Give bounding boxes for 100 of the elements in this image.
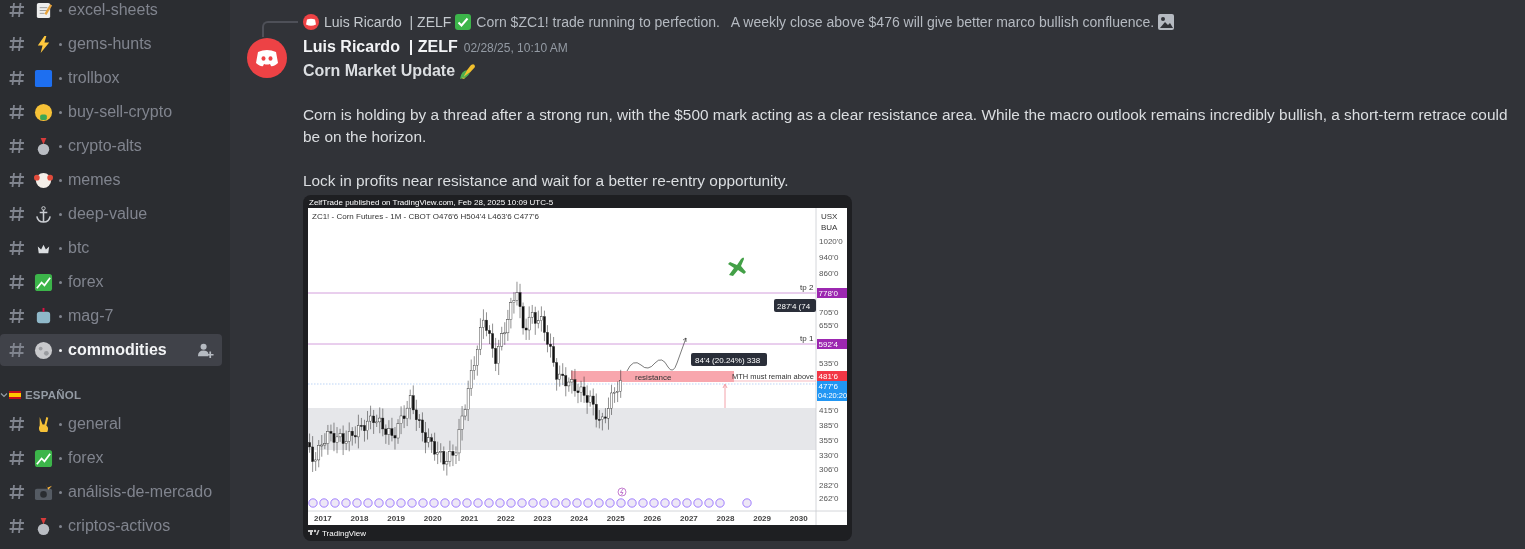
flag-icon — [9, 391, 21, 399]
hash-icon — [8, 307, 26, 325]
selected-channel-item[interactable]: commodities — [0, 334, 222, 366]
year-label: 2019 — [387, 514, 405, 523]
hash-icon — [8, 483, 26, 501]
separator-dot — [59, 490, 62, 494]
year-label: 2027 — [680, 514, 698, 523]
currency-label: USX — [821, 212, 838, 221]
measure-tag: 84'4 (20.24%) 338 — [691, 353, 767, 366]
channel-item[interactable]: deep-value — [0, 198, 222, 230]
separator-dot — [59, 456, 62, 460]
channel-item[interactable]: gems-hunts — [0, 28, 222, 60]
channel-name: excel-sheets — [68, 1, 158, 19]
category-header[interactable]: ESPAÑOL — [0, 384, 230, 406]
channel-item[interactable]: buy-sell-crypto — [0, 96, 222, 128]
price-tick: 535'0 — [819, 359, 839, 368]
robot-icon — [34, 306, 53, 326]
channel-name: trollbox — [68, 69, 120, 87]
separator-dot — [59, 42, 62, 46]
price-tick: 940'0 — [819, 253, 839, 262]
caret-icon — [0, 391, 8, 399]
lightning-icon — [617, 487, 627, 497]
channel-item[interactable]: memes — [0, 164, 222, 196]
year-label: 2018 — [350, 514, 369, 523]
separator-dot — [59, 144, 62, 148]
separator-dot — [59, 280, 62, 284]
year-label: 2030 — [789, 514, 808, 523]
hash-icon — [8, 171, 26, 189]
publish-credit: ZelfTrade published on TradingView.com, Feb 28, 2025 10:09 UTC-5 — [309, 198, 554, 207]
timestamp: 02/28/25, 10:10 AM — [463, 41, 568, 55]
notepad-icon — [34, 0, 53, 20]
chart-screenshot[interactable] — [303, 195, 852, 541]
price-tick: 705'0 — [819, 308, 839, 317]
hash-icon — [8, 205, 26, 223]
channel-name: gems-hunts — [68, 35, 152, 53]
reply-connector — [262, 21, 298, 37]
channel-item[interactable]: excel-sheets — [0, 0, 222, 26]
check-icon — [455, 14, 472, 30]
author-name[interactable]: Luis Ricardo | ZELF — [303, 38, 458, 56]
reply-text[interactable]: Corn $ZC1! trade running to perfection. A weekly close above $476 will give better marco bullish confluence. — [476, 14, 1155, 30]
channel-name: buy-sell-crypto — [68, 103, 173, 121]
target-label: tp 1 — [800, 334, 814, 343]
price-tick: 262'0 — [819, 494, 839, 503]
unit-label: BUA — [821, 223, 838, 232]
channel-item[interactable]: forex — [0, 442, 222, 474]
anchor-icon — [34, 204, 53, 224]
price-tick: 860'0 — [819, 269, 839, 278]
hash-icon — [8, 103, 26, 121]
separator-dot — [59, 110, 62, 114]
year-label: 2028 — [716, 514, 735, 523]
add-member-icon[interactable] — [197, 342, 214, 359]
image-icon — [1158, 14, 1175, 30]
price-tag: 592'4 — [817, 339, 847, 349]
separator-dot — [59, 178, 62, 182]
tradingview-logo-icon — [308, 529, 320, 535]
price-tick: 306'0 — [819, 465, 839, 474]
message-text: Lock in profits near resistance and wait for a better re-entry opportunity. — [303, 171, 790, 191]
hash-icon — [8, 341, 26, 359]
chart-icon — [34, 448, 53, 468]
separator-dot — [59, 524, 62, 528]
brand-label: TradingView — [322, 529, 367, 538]
hash-icon — [8, 239, 26, 257]
hash-icon — [8, 1, 26, 19]
year-label: 2026 — [643, 514, 662, 523]
measure-arrow — [722, 383, 728, 409]
hash-icon — [8, 35, 26, 53]
channel-name: memes — [68, 171, 121, 189]
avatar-icon[interactable] — [247, 38, 287, 78]
channel-name: crypto-alts — [68, 137, 142, 155]
price-tag: 778'0 — [817, 288, 847, 298]
channel-item[interactable]: btc — [0, 232, 222, 264]
channel-item[interactable]: forex — [0, 266, 222, 298]
channel-name: mag-7 — [68, 307, 114, 325]
year-label: 2022 — [497, 514, 515, 523]
channel-name: forex — [68, 449, 104, 467]
channel-item[interactable]: criptos-activos — [0, 510, 222, 542]
channel-name: commodities — [68, 341, 167, 359]
separator-dot — [59, 8, 62, 12]
price-tick: 355'0 — [819, 436, 839, 445]
channel-name: criptos-activos — [68, 517, 171, 535]
year-label: 2024 — [570, 514, 588, 523]
channel-item[interactable]: crypto-alts — [0, 130, 222, 162]
channel-item[interactable]: trollbox — [0, 62, 222, 94]
price-tick: 415'0 — [819, 406, 839, 415]
channel-name: deep-value — [68, 205, 148, 223]
chart-icon — [34, 272, 53, 292]
channel-name: forex — [68, 273, 104, 291]
reply-author[interactable]: Luis Ricardo | ZELF — [324, 14, 452, 30]
year-label: 2023 — [533, 514, 552, 523]
separator-dot — [59, 246, 62, 250]
channel-item[interactable]: mag-7 — [0, 300, 222, 332]
channel-item[interactable]: análisis-de-mercado — [0, 476, 222, 508]
channel-name: btc — [68, 239, 90, 257]
year-label: 2021 — [460, 514, 479, 523]
message-heading: Corn Market Update — [303, 62, 456, 80]
channel-item[interactable]: general — [0, 408, 222, 440]
measure-tag: 287'4 (74 — [774, 299, 816, 312]
zone-label: resistance — [635, 372, 672, 382]
smiley-icon — [34, 102, 53, 122]
price-tick: 655'0 — [819, 321, 839, 330]
